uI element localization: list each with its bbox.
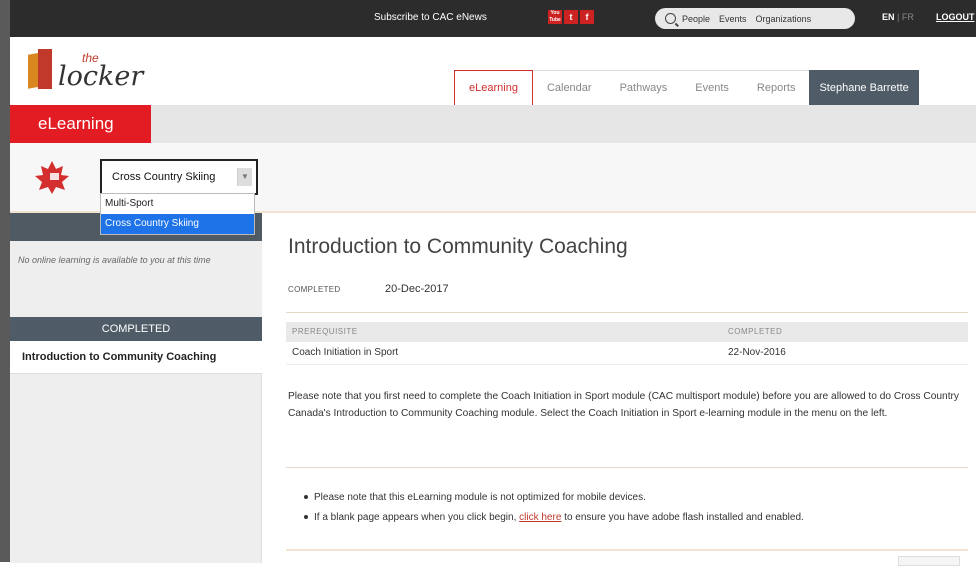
section-title: eLearning — [10, 105, 151, 143]
search-icon — [665, 13, 676, 24]
the-locker-logo[interactable]: the locker — [28, 47, 158, 97]
search-events-link[interactable]: Events — [719, 14, 747, 24]
divider — [286, 467, 968, 468]
completed-header: COMPLETED — [10, 317, 262, 341]
divider — [286, 549, 968, 551]
lang-separator: | — [897, 12, 900, 22]
flash-check-link[interactable]: click here — [519, 512, 561, 523]
column-header-completed: COMPLETED — [728, 327, 783, 336]
tab-pathways[interactable]: Pathways — [605, 70, 682, 105]
sport-select-options: Multi-Sport Cross Country Skiing — [100, 193, 255, 235]
begin-button[interactable] — [898, 556, 960, 566]
main-nav: eLearning Calendar Pathways Events Repor… — [454, 70, 919, 105]
bullet-icon — [304, 515, 308, 520]
tab-events[interactable]: Events — [681, 70, 743, 105]
prerequisite-note: Please note that you first need to compl… — [288, 391, 960, 419]
logo-wordmark: locker — [58, 61, 144, 92]
flash-note-prefix: If a blank page appears when you click b… — [314, 512, 517, 523]
table-header: PREREQUISITE COMPLETED — [286, 322, 968, 342]
sidebar-item-intro-community-coaching[interactable]: Introduction to Community Coaching — [10, 341, 262, 374]
youtube-icon[interactable]: You Tube — [548, 10, 562, 24]
page-title: Introduction to Community Coaching — [288, 235, 628, 258]
prerequisite-name: Coach Initiation in Sport — [292, 347, 399, 358]
sport-select-value: Cross Country Skiing — [112, 171, 216, 183]
list-item: Please note that this eLearning module i… — [304, 488, 804, 508]
social-links: You Tube t f — [548, 10, 594, 24]
sidebar-empty-area — [10, 374, 262, 563]
lang-fr[interactable]: FR — [902, 12, 914, 22]
prerequisite-table: PREREQUISITE COMPLETED Coach Initiation … — [286, 322, 968, 365]
tab-calendar[interactable]: Calendar — [532, 70, 606, 105]
table-row: Coach Initiation in Sport 22-Nov-2016 — [286, 342, 968, 365]
section-bar: eLearning — [10, 105, 976, 143]
logo-door-icon — [38, 49, 52, 89]
search-bar[interactable]: People Events Organizations — [655, 8, 855, 29]
list-item: If a blank page appears when you click b… — [304, 508, 804, 528]
column-header-prerequisite: PREREQUISITE — [292, 327, 358, 336]
user-menu[interactable]: Stephane Barrette — [809, 70, 919, 105]
tab-elearning[interactable]: eLearning — [454, 70, 533, 105]
notes-list: Please note that this eLearning module i… — [304, 488, 804, 528]
subscribe-link[interactable]: Subscribe to CAC eNews — [374, 12, 487, 23]
tab-reports[interactable]: Reports — [742, 70, 810, 105]
flash-note-suffix: to ensure you have adobe flash installed… — [564, 512, 804, 523]
sidebar-spacer — [10, 305, 262, 317]
twitter-icon[interactable]: t — [564, 10, 578, 24]
sidebar: No online learning is available to you a… — [10, 213, 262, 563]
sport-select[interactable]: Cross Country Skiing ▼ — [100, 159, 258, 195]
mobile-warning: Please note that this eLearning module i… — [314, 492, 646, 503]
facebook-icon[interactable]: f — [580, 10, 594, 24]
completed-date: 20-Dec-2017 — [385, 283, 449, 295]
search-people-link[interactable]: People — [682, 14, 710, 24]
option-cross-country-skiing[interactable]: Cross Country Skiing — [101, 214, 254, 234]
completed-label: COMPLETED — [288, 285, 341, 294]
logout-link[interactable]: LOGOUT — [936, 12, 975, 22]
chevron-down-icon[interactable]: ▼ — [237, 168, 252, 186]
search-organizations-link[interactable]: Organizations — [756, 14, 812, 24]
bullet-icon — [304, 495, 308, 500]
site-header: the locker eLearning Calendar Pathways E… — [10, 37, 976, 105]
window-left-edge — [0, 0, 10, 562]
top-utility-bar: Subscribe to CAC eNews You Tube t f Peop… — [10, 0, 976, 37]
prerequisite-completed-date: 22-Nov-2016 — [728, 347, 786, 358]
language-switch: EN | FR — [882, 12, 914, 22]
coaching-association-logo-icon — [35, 161, 69, 194]
no-learning-notice: No online learning is available to you a… — [10, 241, 262, 305]
divider — [286, 312, 968, 313]
option-multi-sport[interactable]: Multi-Sport — [101, 194, 254, 214]
lang-en[interactable]: EN — [882, 12, 895, 22]
